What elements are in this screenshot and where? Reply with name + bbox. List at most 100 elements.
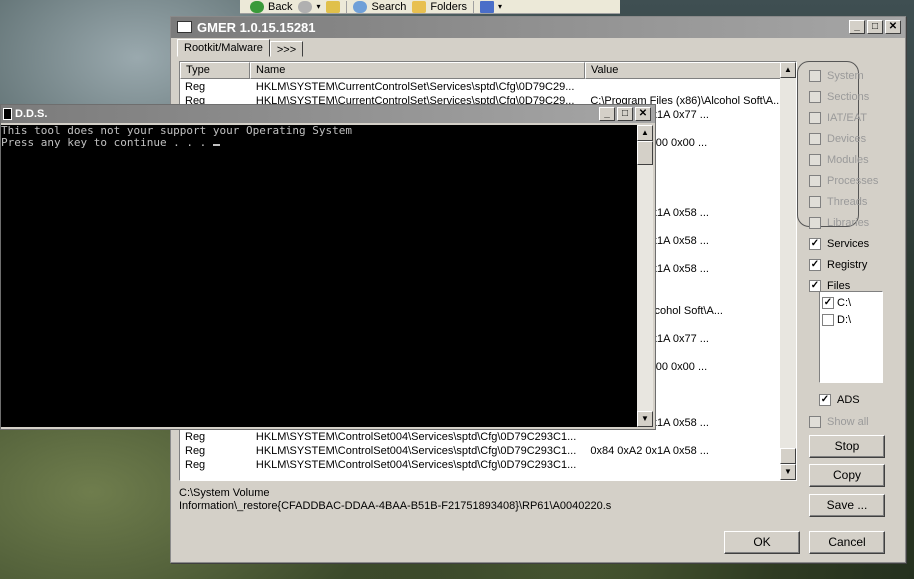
search-icon: [353, 0, 368, 13]
drive-item-c[interactable]: ✓ C:\: [822, 294, 880, 311]
gmer-window-controls: _ □ ✕: [849, 20, 901, 34]
row-value: [584, 80, 784, 94]
row-name: HKLM\SYSTEM\ControlSet004\Services\sptd\…: [255, 445, 577, 457]
drive-list[interactable]: ✓ C:\ D:\: [819, 291, 883, 383]
status-line-1: C:\System Volume: [179, 487, 270, 499]
folder-icon: [412, 0, 427, 13]
console-scroll-thumb[interactable]: [637, 141, 653, 165]
option-libraries[interactable]: Libraries: [809, 212, 899, 233]
option-services[interactable]: ✓ Services: [809, 233, 899, 254]
option-label: Threads: [827, 195, 868, 208]
text-cursor: [212, 144, 220, 146]
option-modules[interactable]: Modules: [809, 149, 899, 170]
row-name: HKLM\SYSTEM\ControlSet004\Services\sptd\…: [255, 459, 577, 471]
option-checkbox[interactable]: [809, 195, 821, 208]
table-row[interactable]: Reg HKLM\SYSTEM\ControlSet004\Services\sp…: [180, 458, 784, 472]
option-checkbox[interactable]: [809, 132, 821, 145]
row-type: Reg: [185, 459, 206, 471]
option-checkbox[interactable]: [809, 90, 821, 103]
option-checkbox[interactable]: ✓: [809, 279, 821, 292]
row-type: Reg: [185, 81, 206, 93]
scroll-up-icon[interactable]: ▲: [637, 125, 653, 141]
row-value: 0x84 0xA2 0x1A 0x58 ...: [590, 445, 709, 457]
save-button[interactable]: Save ...: [809, 494, 885, 517]
ok-button[interactable]: OK: [724, 531, 800, 554]
scroll-up-icon[interactable]: ▲: [780, 62, 796, 78]
option-label: Modules: [827, 153, 869, 166]
option-label: Libraries: [827, 216, 870, 229]
close-button[interactable]: ✕: [885, 20, 901, 34]
list-scrollbar[interactable]: ▲ ▼: [780, 62, 796, 480]
gmer-app-icon: [177, 21, 192, 33]
option-checkbox[interactable]: ✓: [809, 258, 821, 271]
option-checkbox[interactable]: [809, 111, 821, 124]
maximize-button[interactable]: □: [617, 107, 633, 121]
console-scrollbar[interactable]: ▲ ▼: [637, 125, 653, 427]
option-devices[interactable]: Devices: [809, 128, 899, 149]
option-checkbox[interactable]: [809, 216, 821, 229]
minimize-button[interactable]: _: [599, 107, 615, 121]
chevron-down-icon: ▾: [498, 2, 503, 11]
dds-title-bar[interactable]: D.D.S. _ □ ✕: [1, 105, 655, 123]
option-checkbox[interactable]: ✓: [809, 237, 821, 250]
option-threads[interactable]: Threads: [809, 191, 899, 212]
back-button[interactable]: Back: [250, 0, 292, 13]
drive-c-checkbox[interactable]: ✓: [822, 296, 834, 309]
option-processes[interactable]: Processes: [809, 170, 899, 191]
show-all-checkbox[interactable]: [809, 415, 821, 428]
console-output[interactable]: This tool does not your support your Ope…: [1, 125, 639, 427]
row-value: [584, 458, 784, 472]
folders-label: Folders: [430, 0, 468, 13]
search-button[interactable]: Search: [353, 0, 406, 13]
column-value[interactable]: Value: [585, 62, 784, 79]
back-arrow-icon: [250, 0, 264, 13]
forward-button[interactable]: ▾: [298, 0, 320, 13]
up-folder-button[interactable]: [326, 0, 341, 13]
row-type: Reg: [185, 431, 206, 443]
gmer-title-bar[interactable]: GMER 1.0.15.15281 _ □ ✕: [171, 17, 905, 38]
scan-status: C:\System Volume Information\_restore{CF…: [179, 487, 799, 513]
stop-button[interactable]: Stop: [809, 435, 885, 458]
scroll-down-icon[interactable]: ▼: [637, 411, 653, 427]
option-checkbox[interactable]: [809, 69, 821, 82]
copy-button[interactable]: Copy: [809, 464, 885, 487]
drive-d-checkbox[interactable]: [822, 313, 834, 326]
close-button[interactable]: ✕: [635, 107, 651, 121]
column-type[interactable]: Type: [180, 62, 250, 79]
cancel-button[interactable]: Cancel: [809, 531, 885, 554]
scroll-down-icon[interactable]: ▼: [780, 464, 796, 480]
tab-more[interactable]: >>>: [269, 41, 304, 57]
console-line-2: Press any key to continue . . .: [1, 137, 639, 149]
show-all-checkbox-row[interactable]: Show all: [809, 411, 869, 432]
status-line-2: Information\_restore{CFADDBAC-DDAA-4BAA-…: [179, 500, 612, 512]
ads-checkbox-row[interactable]: ✓ ADS: [819, 389, 860, 410]
console-icon: [3, 108, 12, 120]
table-row[interactable]: Reg HKLM\SYSTEM\CurrentControlSet\Service…: [180, 80, 784, 94]
drive-c-label: C:\: [837, 296, 852, 309]
option-system[interactable]: System: [809, 65, 899, 86]
views-button[interactable]: ▾: [480, 0, 503, 13]
table-row[interactable]: Reg HKLM\SYSTEM\ControlSet004\Services\sp…: [180, 430, 784, 444]
option-registry[interactable]: ✓ Registry: [809, 254, 899, 275]
option-sections[interactable]: Sections: [809, 86, 899, 107]
row-name: HKLM\SYSTEM\CurrentControlSet\Services\s…: [255, 81, 575, 93]
option-checkbox[interactable]: [809, 153, 821, 166]
option-label: Files: [827, 279, 851, 292]
dds-title: D.D.S.: [15, 108, 48, 120]
tab-rootkit-malware[interactable]: Rootkit/Malware: [177, 39, 270, 57]
option-label: IAT/EAT: [827, 111, 867, 124]
column-name[interactable]: Name: [250, 62, 585, 79]
option-label: System: [827, 69, 864, 82]
option-iateat[interactable]: IAT/EAT: [809, 107, 899, 128]
option-checkbox[interactable]: [809, 174, 821, 187]
table-row[interactable]: Reg HKLM\SYSTEM\ControlSet004\Services\sp…: [180, 444, 784, 458]
scan-option-list: System Sections IAT/EAT Devices Modules Proce…: [809, 65, 899, 296]
ads-checkbox[interactable]: ✓: [819, 393, 831, 406]
scroll-thumb[interactable]: [780, 448, 796, 464]
drive-item-d[interactable]: D:\: [822, 311, 880, 328]
maximize-button[interactable]: □: [867, 20, 883, 34]
explorer-toolbar: Back ▾ Search Folders ▾: [240, 0, 620, 14]
minimize-button[interactable]: _: [849, 20, 865, 34]
folders-button[interactable]: Folders: [412, 0, 468, 13]
option-label: Sections: [827, 90, 870, 103]
